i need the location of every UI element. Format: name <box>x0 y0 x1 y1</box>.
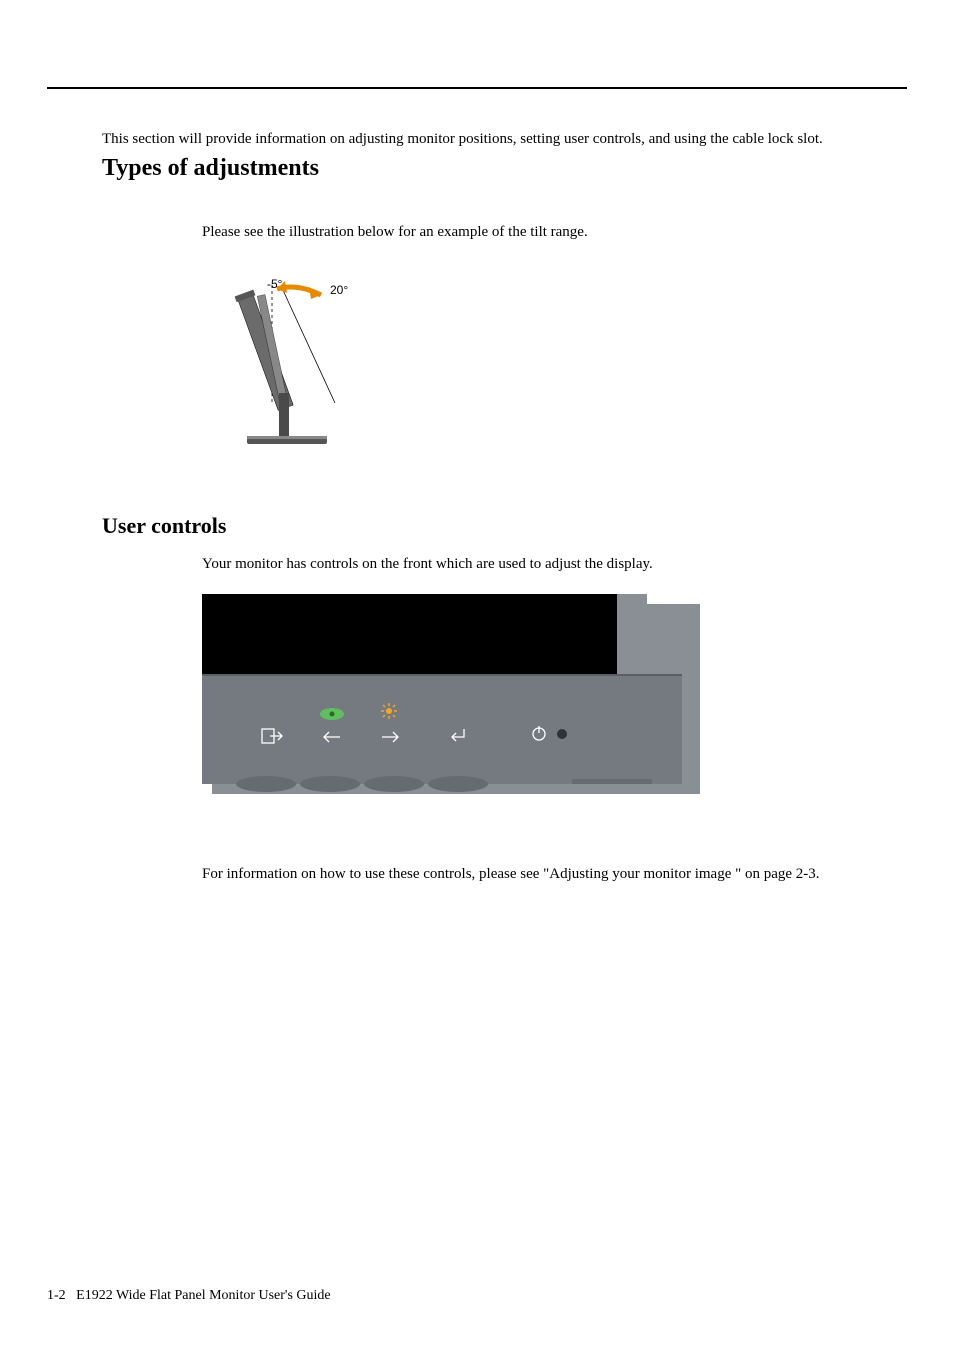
tilt-illustration: -5° 20° <box>227 273 427 473</box>
novo-vision-icon <box>320 708 344 720</box>
brightness-icon <box>381 703 397 719</box>
heading-types-of-adjustments: Types of adjustments <box>102 155 907 182</box>
user-controls-footer-ref: For information on how to use these cont… <box>202 864 907 884</box>
horizontal-rule <box>47 87 907 89</box>
user-controls-caption: Your monitor has controls on the front w… <box>202 554 907 574</box>
controls-illustration <box>202 594 700 794</box>
tilt-svg <box>227 273 427 473</box>
heading-user-controls: User controls <box>102 513 907 539</box>
intro-paragraph: This section will provide information on… <box>102 129 907 149</box>
tilt-caption: Please see the illustration below for an… <box>202 222 907 242</box>
controls-svg <box>202 594 700 794</box>
footer-doc-title: E1922 Wide Flat Panel Monitor User's Gui… <box>76 1288 330 1303</box>
power-led <box>557 729 567 739</box>
tilt-label-forward: 20° <box>330 283 348 297</box>
page-footer: 1-2 E1922 Wide Flat Panel Monitor User's… <box>47 1288 331 1304</box>
tilt-label-back: -5° <box>267 277 282 291</box>
footer-page-num: 1-2 <box>47 1288 66 1303</box>
